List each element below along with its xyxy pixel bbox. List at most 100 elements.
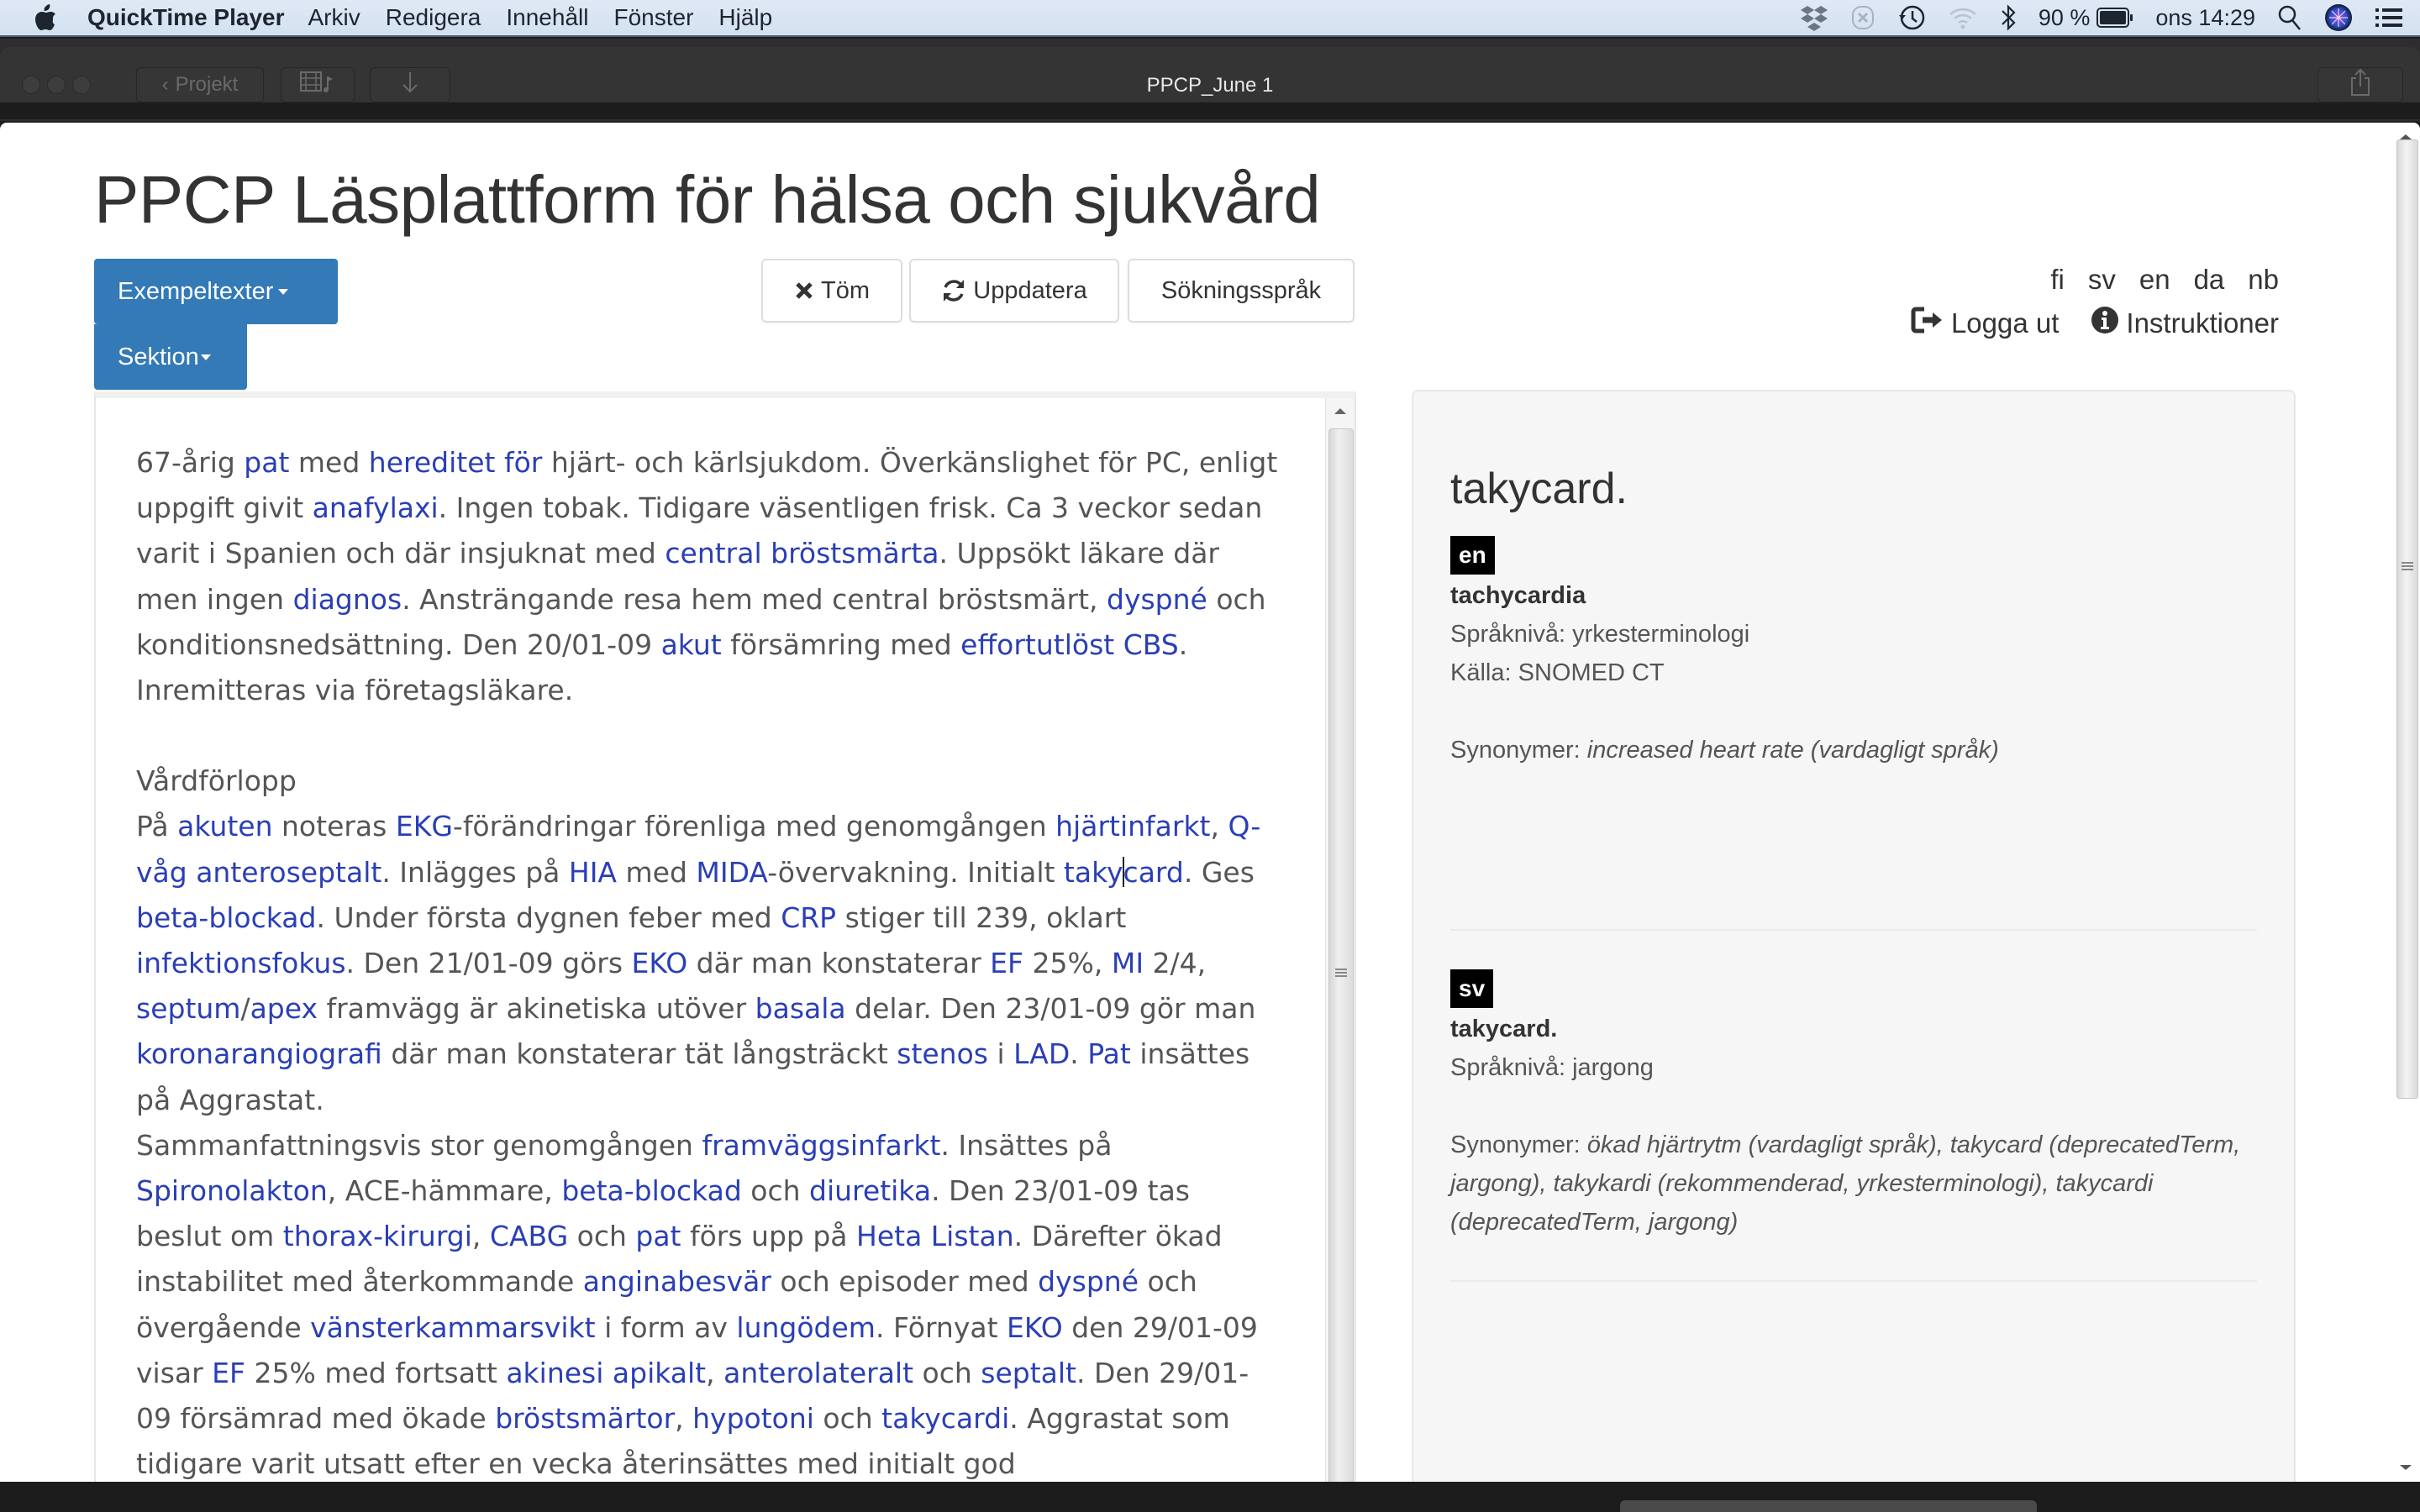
page-scroll-thumb[interactable] (2396, 139, 2418, 1099)
wifi-icon[interactable] (1948, 5, 1978, 30)
medical-term-link[interactable]: akinesi apikalt (506, 1357, 706, 1389)
clear-button-label: Töm (821, 276, 870, 304)
battery-icon[interactable] (2096, 7, 2133, 29)
spotlight-search-icon[interactable] (2277, 4, 2302, 31)
instructions-link[interactable]: Instruktioner (2091, 306, 2279, 341)
medical-term-link[interactable]: bröstsmärtor (495, 1402, 675, 1435)
medical-term-link[interactable]: EKG (396, 810, 453, 843)
medical-term-link[interactable]: HIA (569, 856, 617, 889)
medical-term-link[interactable]: pat (635, 1220, 681, 1252)
lang-link-en[interactable]: en (2139, 264, 2170, 296)
medical-term-link[interactable]: dyspné (1107, 583, 1207, 616)
page-title: PPCP Läsplattform för hälsa och sjukvård (94, 162, 1321, 237)
dropbox-icon[interactable] (1800, 3, 1828, 32)
section-dropdown[interactable]: Sektion (94, 324, 247, 390)
medical-term-link[interactable]: takycardi (881, 1402, 1009, 1435)
medical-term-link[interactable]: Spironolakton (136, 1174, 328, 1207)
medical-term-link[interactable]: taky (1064, 856, 1123, 889)
lang-link-da[interactable]: da (2194, 264, 2225, 296)
medical-term-link[interactable]: EKO (1007, 1311, 1063, 1344)
playback-controls-handle[interactable] (1620, 1500, 2037, 1512)
synonyms-value: increased heart rate (vardagligt språk) (1586, 737, 1999, 764)
medical-term-link[interactable]: effortutlöst CBS (960, 628, 1179, 661)
medical-term-link[interactable]: LAD (1013, 1037, 1070, 1070)
x-icon (794, 281, 814, 301)
menu-fonster[interactable]: Fönster (613, 4, 693, 31)
text-area-scrollbar[interactable] (1325, 398, 1355, 1482)
medical-term-link[interactable]: beta-blockad (561, 1174, 741, 1207)
medical-term-link[interactable]: lungödem (736, 1311, 876, 1344)
text-segment: -förändringar förenliga med genomgången (452, 810, 1056, 843)
menu-hjalp[interactable]: Hjälp (718, 4, 772, 31)
medical-term-link[interactable]: central bröstsmärta (665, 537, 939, 570)
medical-term-link[interactable]: septum (136, 992, 240, 1025)
medical-term-link[interactable]: vänsterkammarsvikt (310, 1311, 595, 1344)
medical-term-link[interactable]: basala (755, 992, 846, 1025)
medical-term-link[interactable]: septalt (981, 1357, 1076, 1389)
medical-term-link[interactable]: Pat (1087, 1037, 1131, 1070)
example-texts-dropdown[interactable]: Exempeltexter (94, 259, 338, 324)
window-title: PPCP_June 1 (1146, 74, 1274, 97)
medical-term-link[interactable]: akut (661, 628, 722, 661)
logout-icon (1911, 306, 1944, 341)
siri-icon[interactable] (2324, 3, 2353, 32)
medical-term-link[interactable]: diagnos (293, 583, 402, 616)
menu-app-name[interactable]: QuickTime Player (87, 4, 285, 31)
menu-arkiv[interactable]: Arkiv (308, 4, 360, 31)
medical-term-link[interactable]: stenos (897, 1037, 988, 1070)
medical-term-link[interactable]: beta-blockad (136, 901, 316, 934)
medical-term-link[interactable]: anafylaxi (313, 491, 439, 524)
text-segment: framvägg är akinetiska utöver (318, 992, 755, 1026)
notification-center-icon[interactable] (2375, 6, 2403, 29)
scroll-down-arrow-icon[interactable] (2400, 1465, 2412, 1470)
logout-link[interactable]: Logga ut (1911, 306, 2059, 341)
medical-term-link[interactable]: infektionsfokus (136, 947, 346, 979)
page-scrollbar[interactable] (2391, 123, 2420, 1482)
text-segment: och (813, 1402, 882, 1436)
document-text-area[interactable]: 67-årig pat med hereditet för hjärt- och… (94, 391, 1356, 1482)
medical-term-link[interactable]: MIDA (696, 856, 767, 889)
medical-term-link[interactable]: anginabesvär (583, 1265, 771, 1298)
medical-term-link[interactable]: anterolateralt (723, 1357, 913, 1389)
time-machine-icon[interactable] (1897, 3, 1926, 32)
medical-term-link[interactable]: EF (212, 1357, 245, 1389)
medical-term-link[interactable]: thorax-kirurgi (283, 1220, 472, 1252)
menu-redigera[interactable]: Redigera (386, 4, 481, 31)
text-segment: försämring med (721, 627, 961, 661)
medical-term-link[interactable]: diuretika (809, 1174, 931, 1207)
medical-term-link[interactable]: CRP (781, 901, 836, 934)
clear-button[interactable]: Töm (761, 259, 902, 323)
lang-link-fi[interactable]: fi (2050, 264, 2065, 296)
medical-term-link[interactable]: card (1123, 856, 1184, 889)
apple-menu-icon[interactable] (34, 4, 59, 31)
medical-term-link[interactable]: pat (244, 446, 289, 479)
text-area-scroll-thumb[interactable] (1328, 428, 1354, 1482)
search-language-button[interactable]: Sökningsspråk (1128, 259, 1355, 323)
clock[interactable]: ons 14:29 (2155, 5, 2255, 31)
medical-term-link[interactable]: hypotoni (692, 1402, 814, 1435)
lang-link-nb[interactable]: nb (2248, 264, 2279, 296)
medical-term-link[interactable]: hjärtinfarkt (1055, 810, 1210, 843)
medical-term-link[interactable]: apex (250, 992, 318, 1025)
document-text[interactable]: 67-årig pat med hereditet för hjärt- och… (136, 440, 1279, 1482)
medical-term-link[interactable]: Heta Listan (856, 1220, 1014, 1252)
scroll-up-arrow-icon[interactable] (1334, 408, 1346, 414)
quicktime-controls-bar (0, 1482, 2420, 1512)
bluetooth-icon[interactable] (2000, 3, 2017, 32)
medical-term-link[interactable]: hereditet för (369, 446, 543, 479)
medical-term-link[interactable]: framväggsinfarkt (702, 1129, 940, 1162)
medical-term-link[interactable]: CABG (490, 1220, 568, 1252)
close-circle-icon[interactable] (1850, 4, 1876, 31)
medical-term-link[interactable]: MI (1112, 947, 1144, 979)
toolbar-bottom-edge (0, 102, 2420, 119)
refresh-button[interactable]: Uppdatera (909, 259, 1119, 323)
menu-innehall[interactable]: Innehåll (506, 4, 588, 31)
medical-term-link[interactable]: EKO (632, 947, 688, 979)
medical-term-link[interactable]: dyspné (1038, 1265, 1139, 1298)
medical-term-link[interactable]: akuten (177, 810, 272, 843)
medical-term-link[interactable]: koronarangiografi (136, 1037, 382, 1070)
lang-link-sv[interactable]: sv (2088, 264, 2116, 296)
share-button[interactable] (2317, 67, 2403, 102)
text-segment: med (289, 446, 369, 479)
medical-term-link[interactable]: EF (990, 947, 1023, 979)
